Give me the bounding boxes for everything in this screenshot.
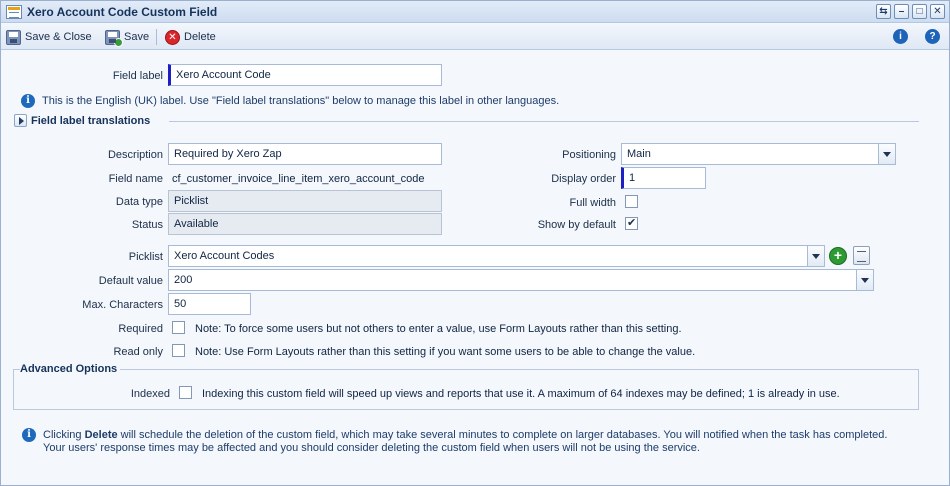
- picklist-label: Picklist: [128, 251, 163, 263]
- chevron-down-icon[interactable]: [878, 144, 895, 164]
- status-label: Status: [131, 219, 163, 231]
- info-icon: i: [22, 428, 36, 442]
- toolbar: Save & Close Save ✕ Delete i ?: [1, 24, 949, 50]
- form-content: Field label Xero Account Code i This is …: [7, 53, 943, 481]
- help-icon[interactable]: ?: [925, 29, 940, 44]
- full-width-checkbox[interactable]: [625, 195, 638, 208]
- status-value: Available: [168, 213, 442, 235]
- save-button[interactable]: Save: [105, 28, 150, 47]
- max-characters-input[interactable]: 50: [168, 293, 251, 315]
- delete-icon: ✕: [165, 29, 180, 45]
- required-label: Required: [118, 323, 163, 335]
- description-input[interactable]: Required by Xero Zap: [168, 143, 442, 165]
- field-name-label: Field name: [108, 173, 163, 185]
- save-label: Save: [124, 31, 150, 43]
- positioning-value: Main: [627, 148, 651, 160]
- edit-picklist-icon[interactable]: [853, 246, 870, 265]
- delete-label: Delete: [184, 31, 216, 43]
- indexed-label: Indexed: [130, 388, 170, 400]
- max-characters-label: Max. Characters: [82, 299, 163, 311]
- close-window-button[interactable]: ✕: [930, 4, 945, 19]
- chevron-down-icon[interactable]: [856, 270, 873, 290]
- field-label-label: Field label: [112, 70, 163, 82]
- maximize-button[interactable]: □: [912, 4, 927, 19]
- read-only-label: Read only: [113, 346, 163, 358]
- show-by-default-checkbox[interactable]: [625, 216, 638, 230]
- full-width-label: Full width: [569, 197, 616, 209]
- positioning-label: Positioning: [562, 149, 616, 161]
- delete-note-line1: Clicking Delete will schedule the deleti…: [43, 429, 887, 441]
- minimize-button[interactable]: –: [894, 4, 909, 19]
- label-note: This is the English (UK) label. Use "Fie…: [42, 95, 560, 107]
- window-title: Xero Account Code Custom Field: [27, 5, 218, 19]
- translations-title[interactable]: Field label translations: [31, 115, 150, 127]
- title-bar: Xero Account Code Custom Field ⇆ – □ ✕: [1, 1, 949, 23]
- delete-note-keyword: Delete: [84, 429, 118, 441]
- field-name-value: cf_customer_invoice_line_item_xero_accou…: [172, 173, 425, 185]
- indexed-checkbox[interactable]: [179, 386, 192, 399]
- required-note: Note: To force some users but not others…: [195, 323, 682, 335]
- picklist-select[interactable]: Xero Account Codes: [168, 245, 825, 267]
- description-label: Description: [107, 149, 163, 161]
- window-controls: ⇆ – □ ✕: [876, 4, 945, 19]
- read-only-checkbox[interactable]: [172, 344, 185, 357]
- default-value-select[interactable]: 200: [168, 269, 874, 291]
- positioning-select[interactable]: Main: [621, 143, 896, 165]
- info-icon: i: [21, 94, 35, 108]
- show-by-default-label: Show by default: [537, 219, 616, 231]
- chevron-down-icon[interactable]: [807, 246, 824, 266]
- data-type-value: Picklist: [168, 190, 442, 212]
- delete-button[interactable]: ✕ Delete: [165, 28, 216, 46]
- save-close-label: Save & Close: [25, 31, 92, 43]
- default-value-value: 200: [174, 274, 193, 286]
- translations-expander[interactable]: [14, 114, 27, 127]
- read-only-note: Note: Use Form Layouts rather than this …: [195, 346, 696, 358]
- custom-field-window: Xero Account Code Custom Field ⇆ – □ ✕ S…: [0, 0, 950, 486]
- default-value-label: Default value: [98, 275, 163, 287]
- add-picklist-icon[interactable]: +: [829, 247, 847, 265]
- indexed-note: Indexing this custom field will speed up…: [202, 388, 840, 400]
- data-type-label: Data type: [115, 196, 163, 208]
- translations-divider: [169, 121, 919, 122]
- info-icon[interactable]: i: [893, 29, 908, 44]
- floppy-disk-icon: [6, 29, 21, 45]
- delete-note-prefix: Clicking: [43, 429, 85, 441]
- required-checkbox[interactable]: [172, 321, 185, 334]
- picklist-value: Xero Account Codes: [174, 250, 275, 262]
- display-order-label: Display order: [551, 173, 616, 185]
- field-label-input[interactable]: Xero Account Code: [168, 64, 442, 86]
- floppy-disk-check-icon: [105, 29, 123, 47]
- display-order-input[interactable]: 1: [621, 167, 706, 189]
- toolbar-separator: [156, 29, 157, 45]
- save-close-button[interactable]: Save & Close: [6, 28, 92, 46]
- pin-window-button[interactable]: ⇆: [876, 4, 891, 19]
- form-window-icon: [6, 5, 22, 19]
- delete-note-suffix: will schedule the deletion of the custom…: [117, 429, 888, 441]
- delete-note-line2: Your users' response times may be affect…: [43, 442, 700, 454]
